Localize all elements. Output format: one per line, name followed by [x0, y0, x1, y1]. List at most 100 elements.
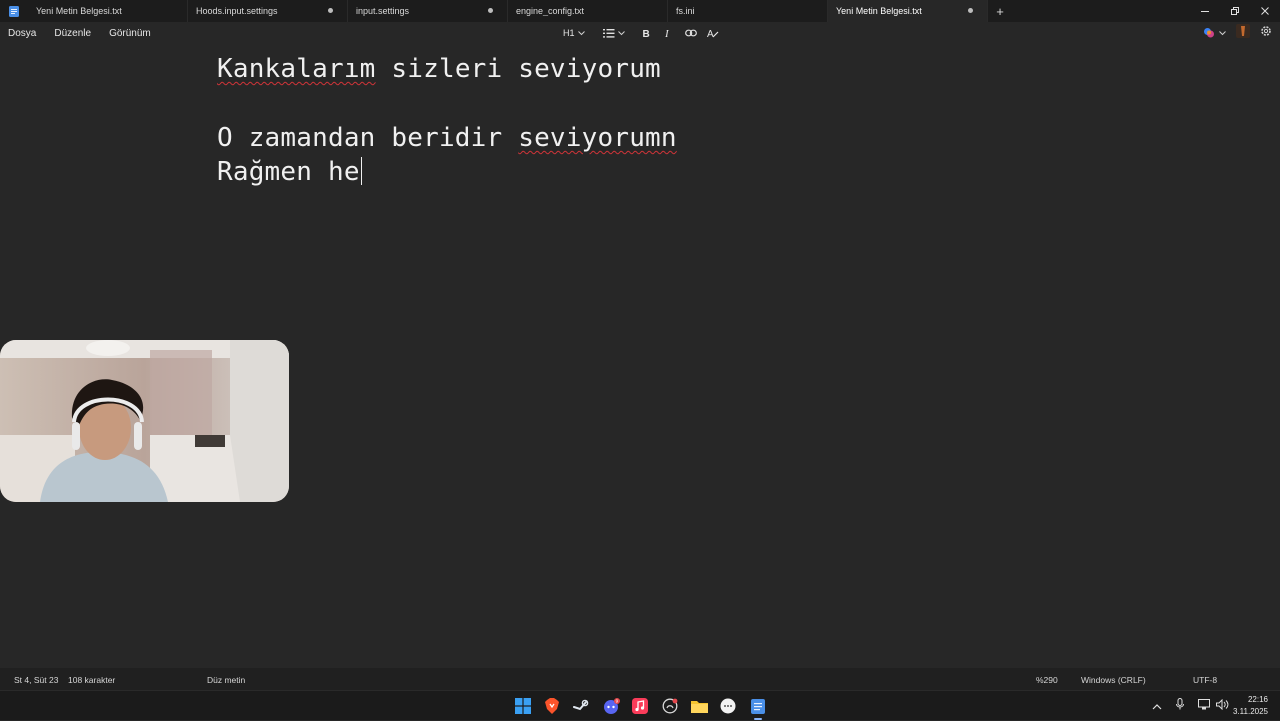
- notepad-icon: [9, 5, 19, 17]
- heading-dropdown[interactable]: H1: [560, 24, 588, 42]
- minimize-icon: [1201, 11, 1209, 12]
- copilot-icon: [1204, 28, 1214, 38]
- clear-formatting-icon: A: [707, 29, 718, 39]
- bold-icon: B: [643, 29, 650, 38]
- discord-taskbar-button[interactable]: 9: [601, 696, 621, 716]
- webcam-video-image: [0, 340, 289, 502]
- cursor-position[interactable]: St 4, Süt 23: [14, 675, 58, 685]
- chevron-up-icon: [1152, 704, 1162, 710]
- text-caret: [360, 157, 362, 185]
- chevron-down-icon: [577, 30, 585, 35]
- windows-taskbar: 9 22:16 3.11.2025: [0, 690, 1280, 720]
- account-avatar[interactable]: [1236, 23, 1250, 43]
- system-tray: [1152, 691, 1229, 721]
- windows-start-icon: [515, 698, 531, 714]
- steam-taskbar-button[interactable]: [571, 696, 591, 716]
- text-run: sizleri seviyorum: [375, 54, 661, 84]
- link-button[interactable]: [682, 24, 700, 42]
- steam-icon: [573, 699, 589, 711]
- list-dropdown[interactable]: [600, 24, 628, 42]
- tab-label: Yeni Metin Belgesi.txt: [836, 6, 922, 16]
- link-icon: [684, 29, 697, 37]
- settings-button[interactable]: [1260, 24, 1272, 42]
- menu-edit[interactable]: Düzenle: [54, 28, 91, 39]
- minimize-button[interactable]: [1190, 0, 1220, 22]
- window-controls: [1190, 0, 1280, 22]
- tab-4[interactable]: fs.ini: [668, 0, 828, 22]
- github-desktop-taskbar-button[interactable]: [660, 696, 680, 716]
- microphone-icon: [1176, 698, 1184, 710]
- line-endings[interactable]: Windows (CRLF): [1081, 675, 1146, 685]
- zoom-level[interactable]: %290: [1036, 675, 1058, 685]
- italic-icon: I: [664, 28, 670, 38]
- copilot-button[interactable]: [1203, 27, 1226, 39]
- menu-file[interactable]: Dosya: [8, 28, 36, 39]
- text-format[interactable]: Düz metin: [207, 675, 245, 685]
- document-line-3: O zamandan beridir seviyorumn: [217, 123, 677, 153]
- tab-2[interactable]: input.settings: [348, 0, 508, 22]
- notepad-icon: [751, 699, 765, 714]
- unsaved-dot-icon: [328, 8, 333, 13]
- heading-label: H1: [563, 28, 575, 38]
- brave-icon: [545, 698, 559, 714]
- gear-icon: [1261, 26, 1271, 36]
- menu-view[interactable]: Görünüm: [109, 28, 151, 39]
- svg-text:B: B: [643, 29, 650, 38]
- unsaved-dot-icon: [968, 8, 973, 13]
- chevron-down-icon: [1219, 30, 1226, 35]
- folder-icon: [690, 701, 708, 713]
- network-button[interactable]: [1198, 697, 1210, 715]
- bold-button[interactable]: B: [638, 24, 656, 42]
- discord-icon: 9: [604, 698, 620, 714]
- unsaved-dot-icon: [488, 8, 493, 13]
- close-icon: [1261, 7, 1269, 15]
- tab-label: engine_config.txt: [516, 6, 585, 16]
- tab-3[interactable]: engine_config.txt: [508, 0, 668, 22]
- tab-label: fs.ini: [676, 6, 695, 16]
- file-explorer-taskbar-button[interactable]: [689, 696, 709, 716]
- restore-button[interactable]: [1220, 0, 1250, 22]
- clock-time: 22:16: [1247, 695, 1268, 704]
- brave-taskbar-button[interactable]: [542, 696, 562, 716]
- volume-button[interactable]: [1216, 697, 1229, 715]
- network-icon: [1198, 699, 1210, 710]
- text-run: Rağmen he: [217, 157, 360, 187]
- chat-bubble-icon: [720, 698, 736, 714]
- italic-button[interactable]: I: [660, 24, 678, 42]
- music-taskbar-button[interactable]: [630, 696, 650, 716]
- tab-label: Yeni Metin Belgesi.txt: [36, 6, 122, 16]
- tab-0[interactable]: Yeni Metin Belgesi.txt: [28, 0, 188, 22]
- github-icon: [662, 698, 678, 714]
- encoding[interactable]: UTF-8: [1193, 675, 1217, 685]
- restore-icon: [1231, 7, 1239, 15]
- svg-text:I: I: [664, 28, 670, 38]
- document-line-1: Kankalarım sizleri seviyorum: [217, 54, 661, 84]
- clear-formatting-button[interactable]: A: [704, 24, 722, 42]
- status-bar: St 4, Süt 23 108 karakter Düz metin %290…: [0, 668, 1280, 690]
- taskbar-clock[interactable]: 22:16 3.11.2025: [1233, 694, 1268, 718]
- tab-5-active[interactable]: Yeni Metin Belgesi.txt: [828, 0, 988, 22]
- microphone-button[interactable]: [1176, 697, 1186, 715]
- formatting-toolbar: H1 B I A: [560, 22, 722, 44]
- chevron-down-icon: [617, 30, 625, 35]
- chat-taskbar-button[interactable]: [718, 696, 738, 716]
- start-button[interactable]: [513, 696, 533, 716]
- volume-icon: [1216, 698, 1229, 711]
- new-tab-button[interactable]: +: [988, 0, 1012, 22]
- list-icon: [602, 28, 615, 38]
- tab-bar: Yeni Metin Belgesi.txt Hoods.input.setti…: [0, 0, 1280, 22]
- notepad-taskbar-button[interactable]: [748, 696, 768, 720]
- tab-label: Hoods.input.settings: [196, 6, 278, 16]
- apple-music-icon: [632, 698, 648, 714]
- tab-label: input.settings: [356, 6, 410, 16]
- right-toolbar: [1203, 22, 1272, 44]
- misspelled-word[interactable]: seviyorumn: [518, 123, 677, 153]
- svg-text:A: A: [707, 29, 714, 39]
- show-hidden-icons-button[interactable]: [1152, 697, 1164, 715]
- document-line-4: Rağmen he: [217, 157, 362, 187]
- avatar-icon: [1236, 23, 1250, 38]
- notepad-app-icon: [0, 0, 28, 22]
- misspelled-word[interactable]: Kankalarım: [217, 54, 376, 84]
- close-button[interactable]: [1250, 0, 1280, 22]
- tab-1[interactable]: Hoods.input.settings: [188, 0, 348, 22]
